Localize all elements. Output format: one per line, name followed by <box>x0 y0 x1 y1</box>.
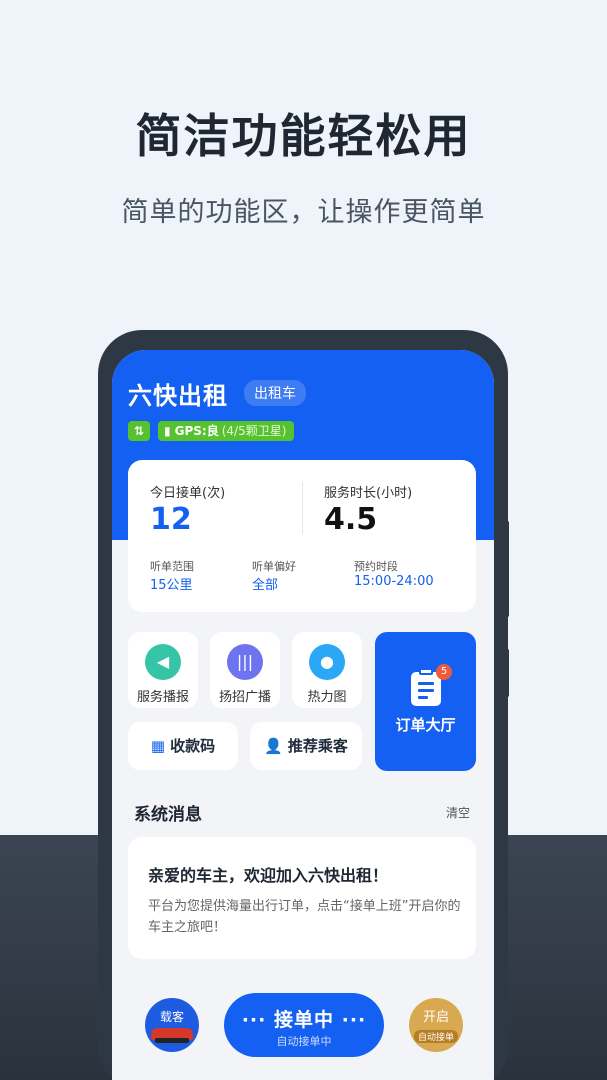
signal-icon: ⇅ <box>128 421 150 441</box>
auto-accept-label: 自动接单 <box>413 1030 458 1043</box>
payment-code-button[interactable]: ▦ 收款码 <box>128 722 238 770</box>
message-body: 平台为您提供海量出行订单，点击“接单上班”开启你的车主之旅吧！ <box>148 899 461 935</box>
preference-value[interactable]: 全部 <box>252 574 278 593</box>
vehicle-type-tag[interactable]: 出租车 <box>244 380 306 406</box>
orders-value: 12 <box>150 502 192 537</box>
stats-card: 今日接单(次) 12 服务时长(小时) 4.5 听单范围 15公里 听单偏好 全… <box>128 460 476 612</box>
recommend-label: 推荐乘客 <box>287 737 348 755</box>
enable-auto-accept-button[interactable]: 开启 自动接单 <box>409 998 463 1052</box>
preference-label: 听单偏好 <box>252 560 296 573</box>
voice-wave-icon: ||| <box>227 644 263 680</box>
order-hall-button[interactable]: 5 订单大厅 <box>375 632 476 771</box>
clear-messages-link[interactable]: 清空 <box>446 804 470 821</box>
payment-code-label: 收款码 <box>170 737 216 755</box>
signal-bars-icon: ▮ <box>164 424 171 438</box>
gps-detail: (4/5颗卫星) <box>221 424 287 438</box>
time-slot-label: 预约时段 <box>354 560 398 573</box>
bottom-action-bar: 载客 ··· 接单中 ··· 自动接单中 开启 自动接单 <box>112 980 494 1080</box>
app-screen: 六快出租 出租车 ⇅ ▮ GPS:良 (4/5颗卫星) 今日接单(次) 12 服务时… <box>112 350 494 1080</box>
hours-value: 4.5 <box>324 502 378 537</box>
tool-label: 热力图 <box>307 690 347 705</box>
tool-label: 服务播报 <box>136 690 189 705</box>
app-brand: 六快出租 <box>128 382 228 410</box>
orders-label: 今日接单(次) <box>150 486 226 501</box>
range-value[interactable]: 15公里 <box>150 574 193 593</box>
phone-side-button <box>503 648 509 698</box>
recommend-passenger-button[interactable]: 👤 推荐乘客 <box>250 722 362 770</box>
system-messages-title: 系统消息 <box>134 805 202 825</box>
tool-label: 扬招广播 <box>218 690 271 705</box>
time-slot-value[interactable]: 15:00-24:00 <box>354 574 434 589</box>
carry-passenger-button[interactable]: 载客 <box>145 998 199 1052</box>
speaker-icon: ◀ <box>145 644 181 680</box>
gps-label: GPS:良 <box>174 424 219 438</box>
heatmap-icon: ● <box>309 644 345 680</box>
order-count-badge: 5 <box>436 664 452 680</box>
promo-subline: 简单的功能区，让操作更简单 <box>121 197 486 228</box>
stat-divider <box>302 482 303 534</box>
auto-accept-status: 自动接单中 <box>276 1035 332 1048</box>
tool-service-broadcast[interactable]: ◀ 服务播报 <box>128 632 198 708</box>
message-card[interactable]: 亲爱的车主，欢迎加入六快出租！ 平台为您提供海量出行订单，点击“接单上班”开启你… <box>128 837 476 959</box>
taking-orders-label: ··· 接单中 ··· <box>241 1009 367 1031</box>
enable-label: 开启 <box>422 1010 449 1025</box>
promo-headline: 简洁功能轻松用 <box>135 109 472 163</box>
gps-status-badge: ▮ GPS:良 (4/5颗卫星) <box>158 421 295 441</box>
tool-hail-broadcast[interactable]: ||| 扬招广播 <box>210 632 280 708</box>
qr-code-icon: ▦ <box>150 737 166 755</box>
phone-side-button <box>503 520 509 618</box>
tool-heatmap[interactable]: ● 热力图 <box>292 632 362 708</box>
clipboard-icon <box>410 668 441 706</box>
order-hall-label: 订单大厅 <box>395 716 456 734</box>
range-label: 听单范围 <box>150 560 194 573</box>
hours-label: 服务时长(小时) <box>324 486 413 501</box>
carry-label: 载客 <box>159 1010 184 1024</box>
message-title: 亲爱的车主，欢迎加入六快出租！ <box>148 866 389 885</box>
taking-orders-button[interactable]: ··· 接单中 ··· 自动接单中 <box>224 993 384 1057</box>
add-user-icon: 👤 <box>264 737 283 755</box>
